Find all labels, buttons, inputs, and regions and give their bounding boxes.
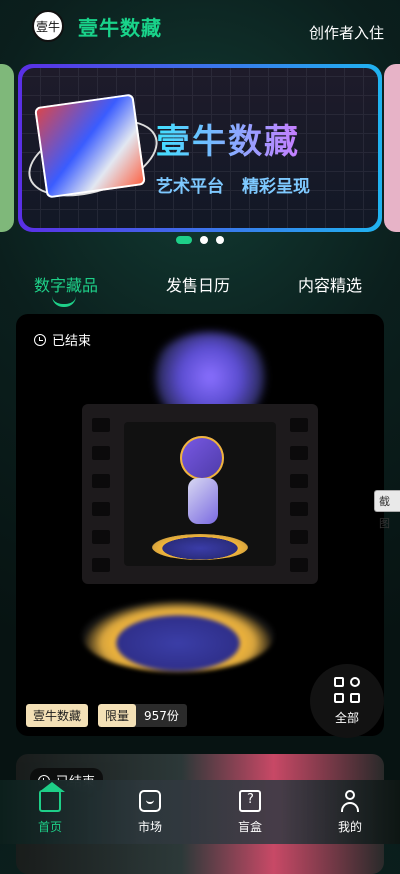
bottom-navigation: 首页 市场 盲盒 我的 [0, 780, 400, 844]
carousel-dot-1[interactable] [176, 236, 192, 244]
status-text: 已结束 [52, 334, 92, 349]
grid-search-icon [334, 676, 360, 703]
carousel-indicator [176, 236, 224, 244]
film-hole [92, 418, 110, 432]
category-tabs: 数字藏品 发售日历 内容精选 [0, 268, 400, 307]
collectible-preview [124, 422, 276, 566]
film-hole [290, 530, 308, 544]
film-hole [92, 502, 110, 516]
nav-home[interactable]: 首页 [20, 782, 80, 835]
banner-title: 壹牛数藏 [156, 114, 300, 163]
banner-prev-peek[interactable] [0, 64, 14, 232]
figure-helmet [180, 436, 224, 480]
figure-body [188, 478, 218, 524]
nav-market-label: 市场 [137, 820, 162, 834]
banner-subtitle-right: 精彩呈现 [242, 177, 310, 197]
banner-next-peek[interactable] [384, 64, 400, 232]
shopping-bag-icon [139, 790, 161, 812]
film-hole [92, 474, 110, 488]
filter-all-button[interactable]: 全部 [310, 664, 384, 738]
banner-carousel[interactable]: 壹牛数藏 艺术平台 精彩呈现 [18, 64, 382, 232]
film-hole [290, 474, 308, 488]
blurred-figure-base [82, 600, 274, 672]
film-hole [290, 502, 308, 516]
tab-content-picks[interactable]: 内容精选 [298, 272, 362, 296]
user-icon [339, 790, 361, 812]
home-icon [39, 782, 65, 812]
tab-release-calendar[interactable]: 发售日历 [166, 272, 230, 296]
limit-tag-group: 限量 957份 [98, 704, 187, 727]
figure-base [152, 534, 248, 560]
brand-name: 壹牛数藏 [78, 16, 162, 40]
film-hole [290, 558, 308, 572]
banner-artwork [34, 93, 146, 199]
app-logo: 壹牛 [32, 10, 64, 42]
filter-all-label: 全部 [334, 710, 359, 725]
nav-mystery-box[interactable]: 盲盒 [220, 790, 280, 835]
film-frame [82, 404, 318, 584]
carousel-dot-3[interactable] [216, 236, 224, 244]
banner-subtitle: 艺术平台 精彩呈现 [156, 172, 310, 197]
limit-count: 957份 [144, 709, 179, 723]
top-bar: 壹牛 壹牛数藏 创作者入住 [0, 0, 400, 64]
tab-digital-collectibles[interactable]: 数字藏品 [34, 272, 98, 296]
screenshot-tab[interactable]: 截图 [374, 490, 400, 530]
banner-subtitle-left: 艺术平台 [156, 177, 224, 197]
mystery-box-icon [239, 790, 261, 812]
card-tags: 壹牛数藏 限量 957份 [26, 704, 187, 727]
banner-slide: 壹牛数藏 艺术平台 精彩呈现 [22, 68, 378, 228]
film-hole [290, 446, 308, 460]
status-badge: 已结束 [34, 330, 91, 349]
nav-profile-label: 我的 [337, 820, 362, 834]
limit-label: 限量 [98, 704, 137, 727]
creator-entry-link[interactable]: 创作者入住 [309, 22, 384, 43]
nav-market[interactable]: 市场 [120, 790, 180, 835]
film-hole [92, 530, 110, 544]
film-hole [290, 418, 308, 432]
nav-mystery-box-label: 盲盒 [237, 820, 262, 834]
brand-tag: 壹牛数藏 [26, 704, 89, 727]
nav-home-label: 首页 [37, 820, 62, 834]
clock-icon [34, 333, 46, 346]
active-tab-indicator [52, 296, 76, 307]
nav-profile[interactable]: 我的 [320, 790, 380, 835]
carousel-dot-2[interactable] [200, 236, 208, 244]
film-hole [92, 558, 110, 572]
film-hole [92, 446, 110, 460]
